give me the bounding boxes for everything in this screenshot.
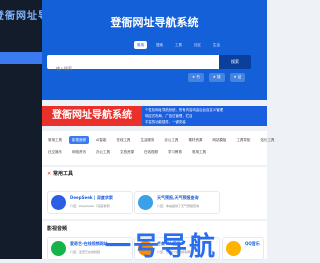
category-item[interactable]: 社交娱乐 [45,148,65,156]
tools-icon: ✕ [47,171,52,177]
category-item[interactable]: 生活服务 [137,136,157,144]
category-item[interactable]: 常用工具 [189,148,209,156]
category-item[interactable]: AI智能 [93,136,109,144]
promo-banner[interactable]: 登衙网址导航系统 个性化网址导航系统，所有内容均由后台自定义管理 响应式布局，广… [42,106,267,126]
quick-links: ★ 书 ★ 搜 ★ 站 [188,73,246,82]
search-tabs: 常用 搜索 工具 社区 生活 [134,41,223,49]
site-name: DeepSeek | 深度求索 [70,195,113,200]
site-desc: 介绍：本站提供了天气预报查询 [157,204,200,208]
category-item[interactable]: 学习教育 [165,148,185,156]
site-name: 爱奇艺-在线视频网站 [70,241,108,246]
category-item[interactable]: 办公工具 [161,136,181,144]
category-item[interactable]: 工具导航 [233,136,253,144]
quick-link-1[interactable]: ★ 搜 [208,73,225,82]
qq-music-icon [226,241,241,256]
site-name: QQ音乐 [245,241,260,246]
site-card[interactable]: DeepSeek | 深度求索 介绍：DeepSeek（深度求索） [47,191,133,214]
site-desc: 介绍：DeepSeek（深度求索） [70,204,113,208]
banner-line-1: 个性化网址导航系统，所有内容均由后台自定义管理 [145,108,223,112]
section-common-tools: ✕ 常用工具 DeepSeek | 深度求索 介绍：DeepSeek（深度求索）… [42,167,267,219]
banner-line-2: 响应式布局，广告位管理，栏目 [145,114,193,118]
tab-0[interactable]: 常用 [134,41,147,49]
banner-title: 登衙网址导航系统 [42,106,142,126]
weather-icon [138,195,153,210]
deepseek-icon [51,195,66,210]
section-title: 影视音频 [47,226,68,232]
category-item[interactable]: 常用工具 [45,136,65,144]
category-item[interactable]: 在线工具 [113,136,133,144]
watermark-text: 一号导航 [105,232,218,262]
category-item[interactable]: 网站模板 [209,136,229,144]
category-row-1: 常用工具 影视音频 AI智能 在线工具 生活服务 办公工具 素材资源 网站模板 … [45,136,277,144]
iqiyi-icon [51,241,66,256]
banner-line-3: 丰富的功能插件，一键安装 [145,120,186,124]
site-card[interactable]: QQ音乐 [222,237,264,260]
category-item[interactable]: 在线视频 [141,148,161,156]
site-card[interactable]: 天气预报,天气预报查询 介绍：本站提供了天气预报查询 [134,191,220,214]
category-item[interactable]: 办公工具 [93,148,113,156]
tab-3[interactable]: 社区 [191,41,204,49]
search-box [47,55,219,76]
sidebar-item-active[interactable] [0,52,42,64]
hero-header: 登衙网址导航系统 常用 搜索 工具 社区 生活 ★ 书 ★ 搜 ★ 站 [42,0,267,100]
quick-link-2[interactable]: ★ 站 [229,73,246,82]
tab-4[interactable]: 生活 [210,41,223,49]
category-item[interactable]: 站长工具 [257,136,277,144]
category-item[interactable]: 影视音频 [69,136,89,144]
section-title: ✕ 常用工具 [47,171,73,177]
hero-title: 登衙网址导航系统 [110,16,199,29]
category-item[interactable]: 素材资源 [185,136,205,144]
tab-2[interactable]: 工具 [172,41,185,49]
site-name: 天气预报,天气预报查询 [157,195,199,200]
category-item[interactable]: 文档资源 [117,148,137,156]
site-logo[interactable]: 登衙网址导航 [0,8,42,26]
search-input[interactable] [47,61,176,76]
category-nav: 常用工具 影视音频 AI智能 在线工具 生活服务 办公工具 素材资源 网站模板 … [42,131,274,165]
quick-link-0[interactable]: ★ 书 [188,73,204,82]
tab-1[interactable]: 搜索 [153,41,166,49]
search-button[interactable]: 搜索 [219,55,251,69]
category-row-2: 社交娱乐 网络资讯 办公工具 文档资源 在线视频 学习教育 常用工具 [45,148,209,156]
sidebar: 登衙网址导航 [0,0,42,259]
category-item[interactable]: 网络资讯 [69,148,89,156]
